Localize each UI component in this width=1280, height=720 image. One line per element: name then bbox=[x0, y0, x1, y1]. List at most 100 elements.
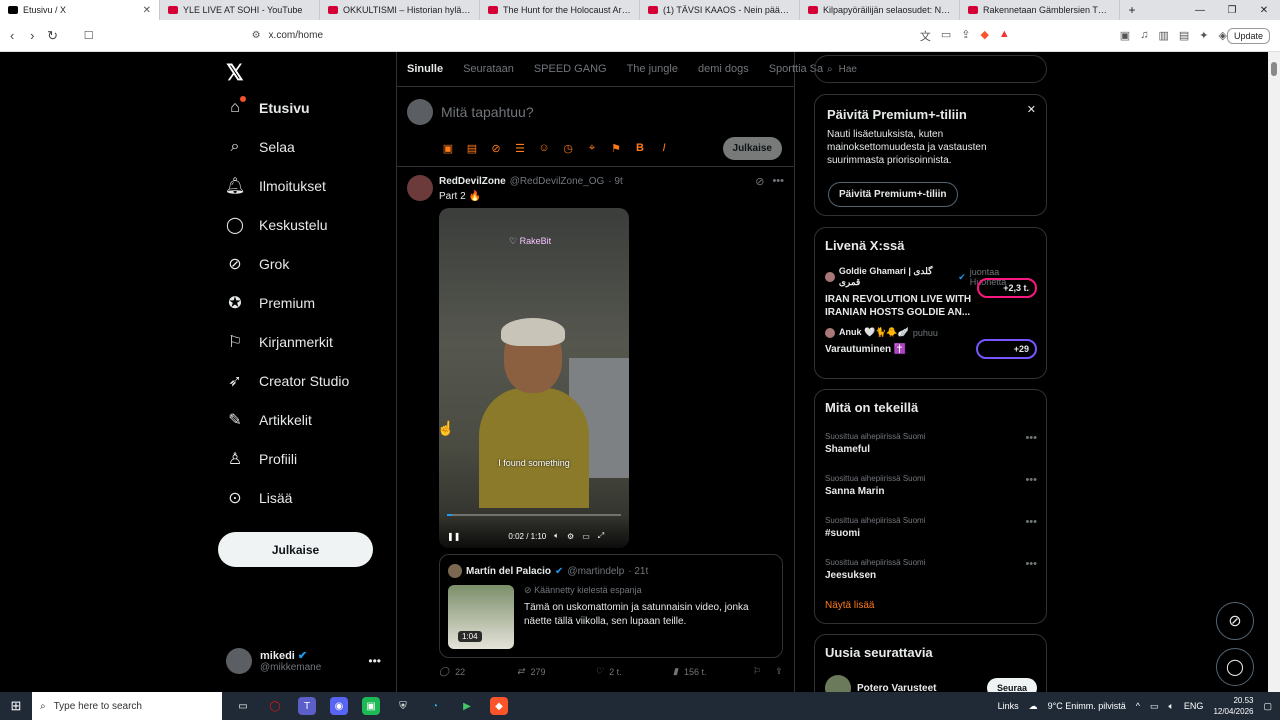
tweet-video[interactable]: ♡ RakeBit I found something ❚❚ 0:02 / 1:… bbox=[439, 208, 629, 548]
new-tab-button[interactable]: + bbox=[1120, 0, 1144, 20]
teams-icon[interactable]: T bbox=[298, 697, 316, 715]
browser-tab-youtube-4[interactable]: (1) TÄVSI KAAOS - Nein päättyi alarm bbox=[640, 0, 800, 20]
media-player-icon[interactable]: ▶ bbox=[458, 697, 476, 715]
scrollbar-thumb[interactable] bbox=[1271, 62, 1277, 76]
fullscreen-icon[interactable]: ⤢ bbox=[598, 531, 604, 541]
views-button[interactable]: ▮ 156 t. bbox=[673, 666, 753, 677]
location-icon[interactable]: ⌖ bbox=[585, 142, 599, 155]
grok-fab-icon[interactable]: ⊘ bbox=[1216, 602, 1254, 640]
nav-item-explore[interactable]: ⌕ Selaa bbox=[226, 138, 295, 156]
vpn-icon[interactable]: ◈ bbox=[1218, 29, 1226, 42]
premium-upgrade-button[interactable]: Päivitä Premium+-tiliin bbox=[828, 182, 958, 207]
browser-tab-youtube-3[interactable]: The Hunt for the Holocaust Architect bbox=[480, 0, 640, 20]
like-button[interactable]: ♡ 2 t. bbox=[595, 666, 673, 677]
brave-icon[interactable]: ◆ bbox=[490, 697, 508, 715]
browser-tab-youtube-1[interactable]: YLE LIVE AT SOHI - YouTube bbox=[160, 0, 320, 20]
tweet-author-name[interactable]: RedDevilZone bbox=[439, 176, 506, 187]
edge-icon[interactable]: ◔ bbox=[426, 697, 444, 715]
tab-the-jungle[interactable]: The jungle bbox=[617, 52, 688, 86]
account-switcher[interactable]: mikedi ✔ @mikkemane ••• bbox=[226, 648, 381, 674]
follow-suggestion[interactable]: Potero Varusteet Seuraa bbox=[825, 675, 1037, 692]
trend-item[interactable]: Suosittua aihepiirissä Suomi Sanna Marin… bbox=[825, 474, 1037, 497]
close-icon[interactable]: ✕ bbox=[1027, 103, 1036, 116]
wallet-icon[interactable]: ▤ bbox=[1179, 29, 1189, 42]
flag-icon[interactable]: ⚑ bbox=[609, 142, 623, 155]
italic-icon[interactable]: I bbox=[657, 142, 671, 155]
update-button[interactable]: Update bbox=[1226, 27, 1270, 44]
translate-icon[interactable]: 文 bbox=[920, 28, 931, 44]
follow-button[interactable]: Seuraa bbox=[986, 678, 1037, 692]
address-bar[interactable]: ☐ ⚙ x.com/home bbox=[84, 25, 900, 47]
brave-shield-icon[interactable]: ◆ bbox=[980, 28, 988, 44]
brave-rewards-icon[interactable]: ▲ bbox=[999, 28, 1010, 44]
share-icon[interactable]: ⇪ bbox=[775, 666, 783, 677]
x-logo-icon[interactable]: 𝕏 bbox=[226, 60, 244, 86]
post-button[interactable]: Julkaise bbox=[218, 532, 373, 567]
live-item[interactable]: Anuk 🤍🐈🐥🪽 puhuu Varautuminen ✝️ +29 bbox=[825, 327, 1037, 359]
tab-following[interactable]: Seurataan bbox=[453, 52, 524, 86]
grok-icon[interactable]: ⊘ bbox=[489, 142, 503, 155]
forward-icon[interactable]: › bbox=[24, 28, 40, 43]
cast-icon[interactable]: ▭ bbox=[941, 28, 951, 44]
nav-item-grok[interactable]: ⊘ Grok bbox=[226, 255, 289, 273]
browser-tab-youtube-2[interactable]: OKKULTISMI – Historian hylätty tutu bbox=[320, 0, 480, 20]
tweet-author-handle[interactable]: @RedDevilZone_OG bbox=[510, 176, 605, 187]
more-icon[interactable]: ••• bbox=[1025, 558, 1037, 570]
grok-icon[interactable]: ⊘ bbox=[755, 175, 764, 188]
more-icon[interactable]: ••• bbox=[1025, 516, 1037, 528]
bookmark-page-icon[interactable]: ☐ bbox=[84, 29, 94, 42]
browser-tab-youtube-5[interactable]: Kilpapyöräilijän selaosudet: Näin pi bbox=[800, 0, 960, 20]
pause-icon[interactable]: ❚❚ bbox=[447, 532, 460, 541]
nav-item-premium[interactable]: ✪ Premium bbox=[226, 294, 315, 312]
pip-icon[interactable]: ▭ bbox=[582, 532, 590, 541]
taskbar-search[interactable]: ⌕ Type here to search bbox=[32, 692, 222, 720]
browser-tab-x[interactable]: Etusivu / X ✕ bbox=[0, 0, 160, 20]
nav-item-creator-studio[interactable]: ➶ Creator Studio bbox=[226, 372, 349, 390]
image-icon[interactable]: ▣ bbox=[441, 142, 455, 155]
close-tab-icon[interactable]: ✕ bbox=[143, 5, 151, 16]
repost-button[interactable]: ⇄ 279 bbox=[517, 666, 595, 677]
settings-icon[interactable]: ⚙ bbox=[567, 532, 574, 541]
reader-icon[interactable]: ▣ bbox=[1120, 29, 1130, 42]
tray-chevron-icon[interactable]: ^ bbox=[1136, 701, 1140, 711]
language-indicator[interactable]: ENG bbox=[1184, 701, 1204, 711]
poll-icon[interactable]: ☰ bbox=[513, 142, 527, 155]
browser-tab-youtube-6[interactable]: Rakennetaan Gämblersien Täydellin bbox=[960, 0, 1120, 20]
search-input[interactable]: ⌕ Hae bbox=[814, 55, 1047, 83]
notifications-icon[interactable]: ▢ bbox=[1263, 701, 1272, 712]
windows-start-icon[interactable]: ⊞ bbox=[0, 692, 32, 720]
quoted-tweet[interactable]: Martín del Palacio ✔ @martindelp · 21t 1… bbox=[439, 554, 783, 658]
reload-icon[interactable]: ↻ bbox=[44, 28, 60, 44]
task-view-icon[interactable]: ▭ bbox=[234, 697, 252, 715]
more-icon[interactable]: ••• bbox=[1025, 432, 1037, 444]
trend-item[interactable]: Suosittua aihepiirissä Suomi Shameful ••… bbox=[825, 432, 1037, 455]
trend-item[interactable]: Suosittua aihepiirissä Suomi #suomi ••• bbox=[825, 516, 1037, 539]
tweet[interactable]: RedDevilZone @RedDevilZone_OG · 9t ⊘ •••… bbox=[397, 167, 794, 677]
tab-speed-gang[interactable]: SPEED GANG bbox=[524, 52, 617, 86]
volume-icon[interactable]: 🔈︎ bbox=[554, 531, 559, 541]
gif-icon[interactable]: ▤ bbox=[465, 142, 479, 155]
show-more-link[interactable]: Näytä lisää bbox=[825, 600, 874, 611]
weather-text[interactable]: 9°C Enimm. pilvistä bbox=[1048, 701, 1126, 711]
nav-item-bookmarks[interactable]: ⚐ Kirjanmerkit bbox=[226, 333, 333, 351]
opera-icon[interactable]: ◯ bbox=[266, 697, 284, 715]
trend-item[interactable]: Suosittua aihepiirissä Suomi Jeesuksen •… bbox=[825, 558, 1037, 581]
network-icon[interactable]: ▭ bbox=[1150, 701, 1159, 712]
nav-item-more[interactable]: ⊙ Lisää bbox=[226, 489, 292, 507]
share-icon[interactable]: ⇪ bbox=[961, 28, 970, 44]
emoji-icon[interactable]: ☺ bbox=[537, 142, 551, 155]
tab-demi-dogs[interactable]: demi dogs bbox=[688, 52, 759, 86]
page-scrollbar[interactable] bbox=[1268, 52, 1280, 692]
more-icon[interactable]: ••• bbox=[1025, 474, 1037, 486]
messages-fab-icon[interactable]: ◯ bbox=[1216, 648, 1254, 686]
sidebar-icon[interactable]: ▥ bbox=[1158, 29, 1168, 42]
site-settings-icon[interactable]: ⚙ bbox=[252, 30, 261, 41]
more-icon[interactable]: ••• bbox=[772, 175, 784, 188]
compose-post-button[interactable]: Julkaise bbox=[722, 137, 782, 160]
volume-icon[interactable]: 🔈︎ bbox=[1169, 701, 1174, 712]
minimize-icon[interactable]: — bbox=[1184, 0, 1216, 20]
links-toolbar[interactable]: Links bbox=[998, 701, 1019, 711]
discord-icon[interactable]: ◉ bbox=[330, 697, 348, 715]
nav-item-messages[interactable]: ◯ Keskustelu bbox=[226, 216, 327, 234]
nav-item-home[interactable]: ⌂ Etusivu bbox=[226, 96, 310, 117]
